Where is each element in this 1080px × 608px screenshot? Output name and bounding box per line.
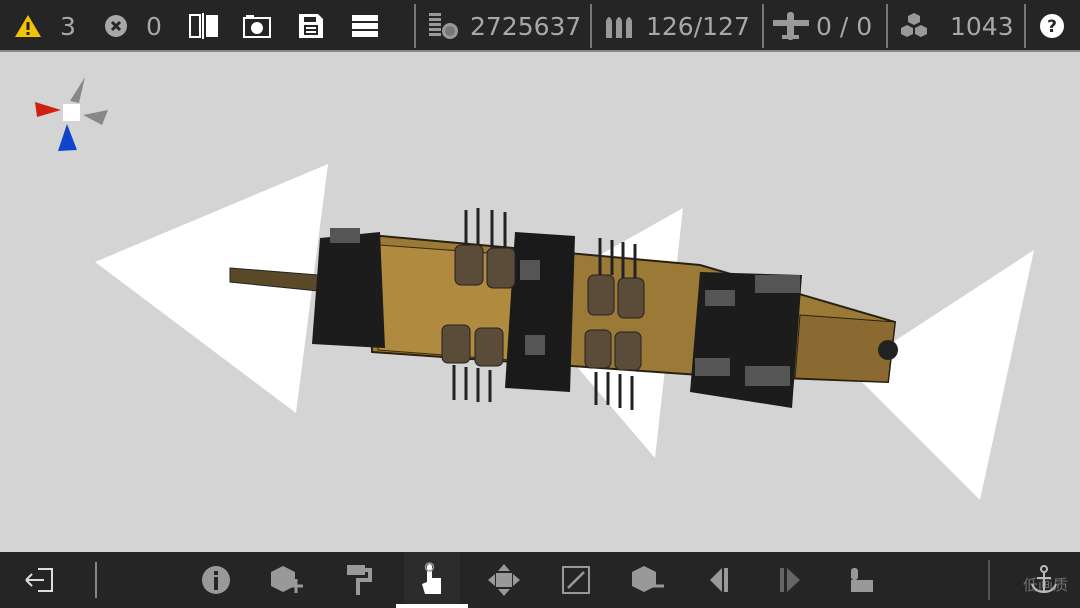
orientation-gizmo[interactable] [35,77,108,151]
add-block-button[interactable] [259,552,315,608]
build-button[interactable] [834,552,890,608]
divider [414,4,416,48]
warnings-button[interactable]: 3 [14,0,76,52]
error-icon [105,15,127,37]
divider [1024,4,1026,48]
aircraft-icon [773,12,809,40]
cost-icon [429,13,458,39]
camera-icon [243,15,271,38]
move-button[interactable] [476,552,532,608]
resize-icon [562,566,590,594]
blocks-display: 1043 [898,0,1014,52]
aircraft-display: 0 / 0 [772,0,872,52]
cost-value: 2725637 [470,11,582,41]
ammo-icon [606,17,632,38]
next-icon [780,568,800,592]
divider [988,560,990,600]
top-toolbar: 3 0 2725637 126/127 0 / 0 1043 ? [0,0,1080,52]
watermark: 低画质 [1022,576,1068,594]
info-button[interactable] [188,552,244,608]
save-button[interactable] [298,0,324,52]
split-view-button[interactable] [188,0,220,52]
exit-icon [25,568,53,592]
cost-display: 2725637 [428,0,581,52]
menu-button[interactable] [352,0,378,52]
help-icon: ? [1040,14,1064,38]
menu-icon [352,15,378,37]
warning-icon [15,15,41,37]
divider [886,4,888,48]
save-icon [299,14,323,38]
divider [95,562,97,598]
blocks-icon [901,13,927,37]
divider [590,4,592,48]
ship-model[interactable] [229,208,898,410]
blocks-value: 1043 [950,11,1014,41]
select-hand-icon [422,562,441,594]
move-icon [488,564,520,596]
split-view-icon [189,13,218,39]
previous-icon [710,568,728,592]
resize-button[interactable] [548,552,604,608]
paint-button[interactable] [330,552,386,608]
add-block-icon [271,566,303,593]
aircraft-value: 0 / 0 [816,11,873,41]
remove-block-icon [632,566,664,592]
previous-button[interactable] [692,552,748,608]
warnings-count: 3 [60,11,76,41]
screenshot-button[interactable] [242,0,272,52]
build-icon [851,568,873,592]
divider [762,4,764,48]
bottom-toolbar: 低画质 [0,552,1080,608]
remove-block-button[interactable] [620,552,676,608]
errors-button[interactable]: 0 [104,0,162,52]
exit-button[interactable] [12,552,68,608]
errors-count: 0 [146,11,162,41]
paint-roller-icon [347,565,372,595]
active-tool-indicator [396,604,468,608]
weapons-value: 126/127 [646,11,750,41]
weapons-display: 126/127 [604,0,750,52]
info-icon [202,566,230,594]
help-button[interactable]: ? [1039,0,1065,52]
3d-viewport[interactable] [0,54,1080,552]
next-button[interactable] [762,552,818,608]
select-button[interactable] [404,552,460,608]
svg-text:?: ? [1047,17,1057,37]
